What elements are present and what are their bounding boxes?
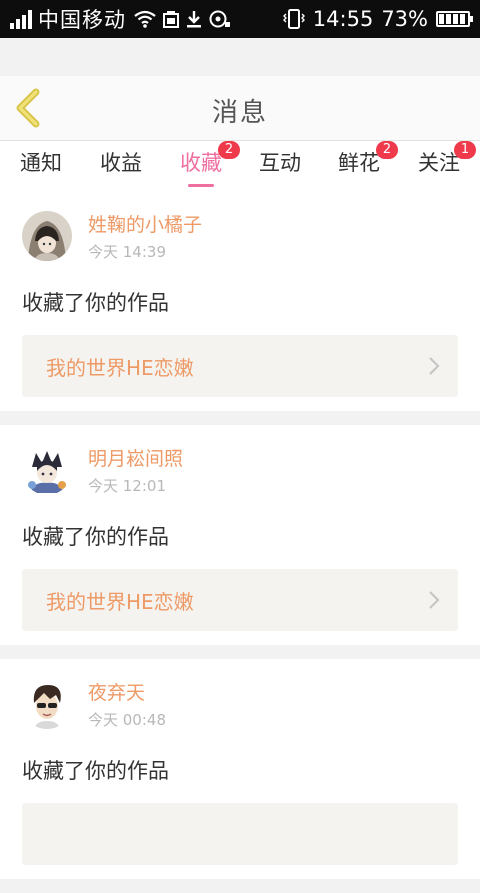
tab-label: 收益 bbox=[100, 151, 142, 175]
sender-row[interactable]: 明月崧间照 今天 12:01 bbox=[22, 439, 458, 501]
tab-follows[interactable]: 关注 1 bbox=[418, 141, 476, 187]
tab-interactions[interactable]: 互动 bbox=[259, 147, 301, 187]
work-title: 我的世界HE恋嫩 bbox=[46, 355, 194, 380]
top-spacer bbox=[0, 38, 480, 76]
carrier-name: 中国移动 bbox=[38, 8, 126, 32]
tab-label: 互动 bbox=[259, 151, 301, 175]
clock: 14:55 bbox=[312, 7, 374, 31]
sender-row[interactable]: 夜弃天 今天 00:48 bbox=[22, 673, 458, 735]
sim-icon bbox=[163, 11, 179, 28]
timestamp: 今天 14:39 bbox=[88, 243, 166, 261]
tab-badge: 2 bbox=[376, 141, 398, 159]
username[interactable]: 姓鞠的小橘子 bbox=[88, 210, 202, 237]
tab-label: 通知 bbox=[20, 151, 62, 175]
page-title: 消息 bbox=[211, 98, 268, 128]
vibrate-icon bbox=[282, 9, 305, 29]
chevron-right-icon bbox=[429, 357, 440, 375]
tab-label: 鲜花 bbox=[338, 151, 380, 175]
list-item: 明月崧间照 今天 12:01 收藏了你的作品 我的世界HE恋嫩 bbox=[0, 425, 480, 645]
timestamp: 今天 12:01 bbox=[88, 477, 166, 495]
battery-icon bbox=[436, 11, 473, 27]
wifi-icon bbox=[134, 10, 156, 28]
avatar[interactable] bbox=[22, 445, 72, 495]
header-bar: 消息 bbox=[0, 76, 480, 141]
chevron-right-icon bbox=[429, 591, 440, 609]
notification-list: 姓鞠的小橘子 今天 14:39 收藏了你的作品 我的世界HE恋嫩 明月崧间照 今… bbox=[0, 191, 480, 893]
tab-earnings[interactable]: 收益 bbox=[100, 147, 142, 187]
username[interactable]: 明月崧间照 bbox=[88, 444, 183, 471]
active-tab-indicator bbox=[188, 184, 214, 187]
download-icon bbox=[187, 11, 201, 28]
work-link[interactable]: 我的世界HE恋嫩 bbox=[22, 335, 458, 397]
work-title: 我的世界HE恋嫩 bbox=[46, 589, 194, 614]
status-bar: 中国移动 14:55 73% bbox=[0, 0, 480, 38]
tab-bar: 通知 收益 收藏 2 互动 鲜花 2 关注 1 bbox=[0, 141, 480, 191]
tab-label: 收藏 bbox=[180, 151, 222, 175]
username[interactable]: 夜弃天 bbox=[88, 678, 166, 705]
tab-flowers[interactable]: 鲜花 2 bbox=[338, 141, 398, 187]
sd-card-icon bbox=[209, 10, 230, 28]
work-link[interactable]: 我的世界HE恋嫩 bbox=[22, 569, 458, 631]
list-item: 姓鞠的小橘子 今天 14:39 收藏了你的作品 我的世界HE恋嫩 bbox=[0, 191, 480, 411]
avatar[interactable] bbox=[22, 679, 72, 729]
timestamp: 今天 00:48 bbox=[88, 711, 166, 729]
tab-favorites[interactable]: 收藏 2 bbox=[180, 141, 240, 187]
avatar[interactable] bbox=[22, 211, 72, 261]
tab-badge: 1 bbox=[454, 141, 476, 159]
action-text: 收藏了你的作品 bbox=[22, 291, 169, 315]
list-item: 夜弃天 今天 00:48 收藏了你的作品 bbox=[0, 659, 480, 879]
work-link[interactable] bbox=[22, 803, 458, 865]
action-text: 收藏了你的作品 bbox=[22, 525, 169, 549]
sender-row[interactable]: 姓鞠的小橘子 今天 14:39 bbox=[22, 205, 458, 267]
action-text: 收藏了你的作品 bbox=[22, 759, 169, 783]
signal-icon bbox=[10, 9, 32, 29]
tab-badge: 2 bbox=[218, 141, 240, 159]
battery-percent: 73% bbox=[381, 7, 428, 31]
tab-notifications[interactable]: 通知 bbox=[20, 147, 62, 187]
tab-label: 关注 bbox=[418, 151, 460, 175]
